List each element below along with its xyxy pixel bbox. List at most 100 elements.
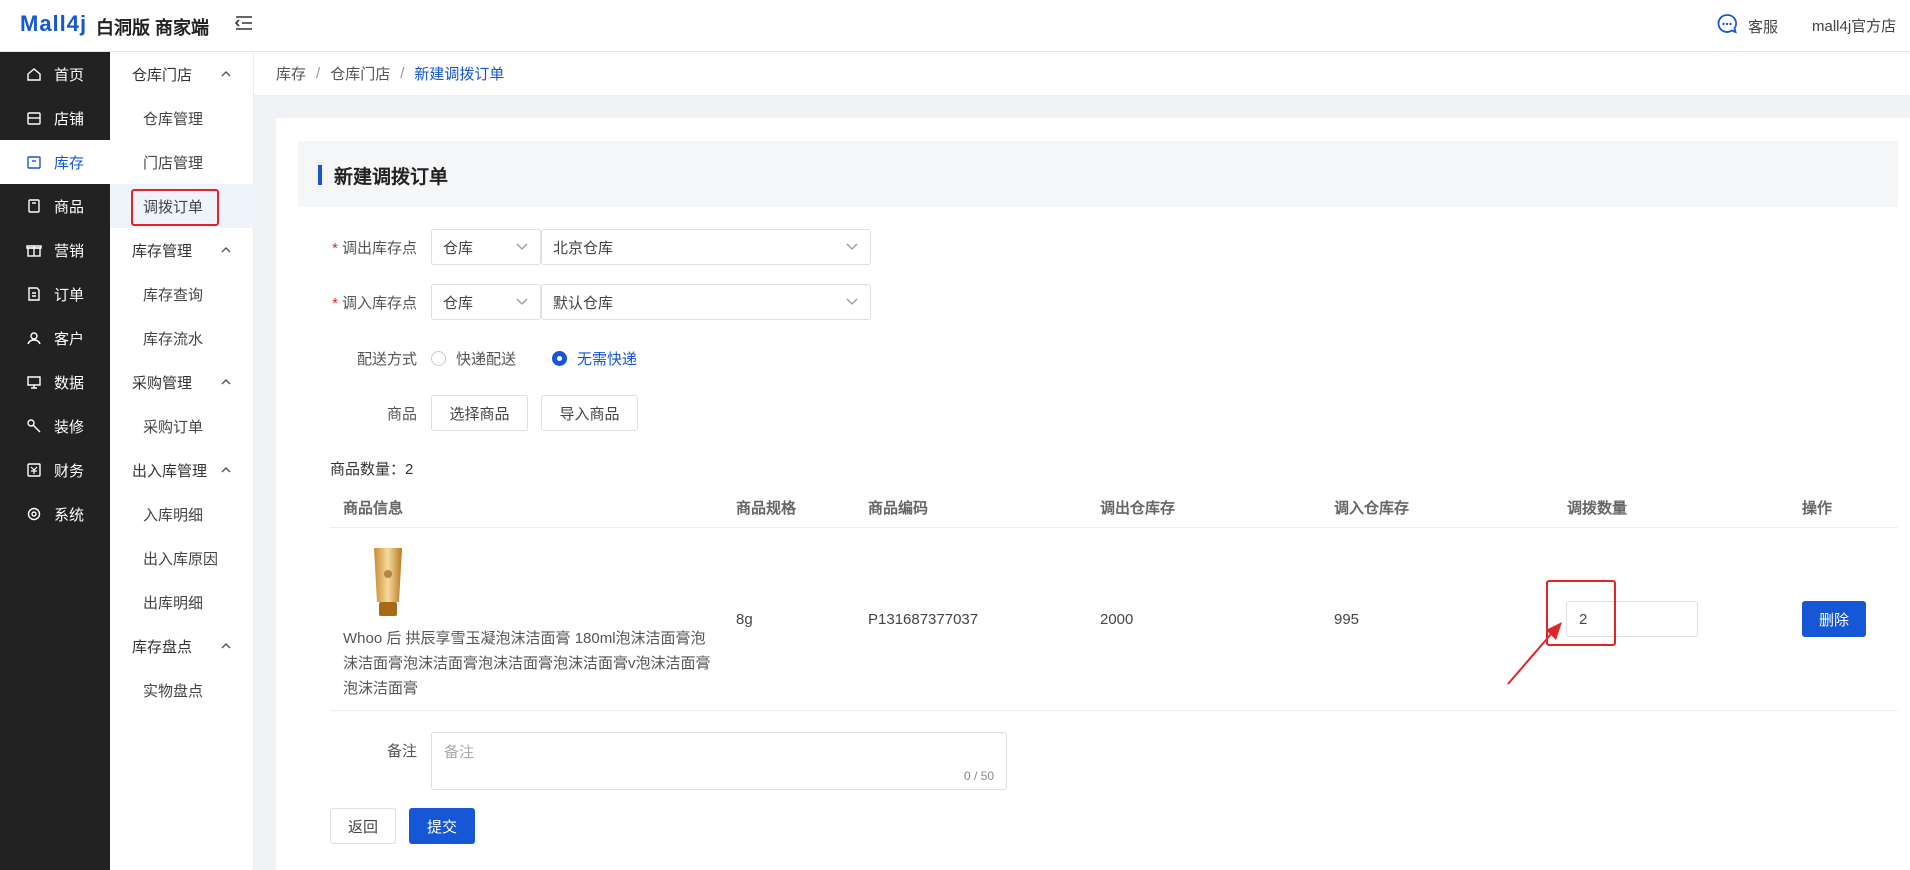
sidebar-item-shop[interactable]: 店铺 — [0, 96, 110, 140]
out-location-type-value: 仓库 — [443, 239, 474, 257]
sidebar-item-label: 库存 — [54, 154, 85, 172]
breadcrumb-item-inventory[interactable]: 库存 — [276, 63, 306, 84]
inventory-icon — [27, 156, 41, 169]
sidebar-item-label: 商品 — [54, 198, 85, 216]
annotation-highlight-menu — [131, 189, 219, 226]
sidebar-item-decorate[interactable]: 装修 — [0, 404, 110, 448]
submenu-item-label: 入库明细 — [143, 506, 204, 524]
submenu-item-outbound-detail[interactable]: 出库明细 — [110, 580, 254, 624]
submenu-item-inventory-flow[interactable]: 库存流水 — [110, 316, 254, 360]
out-location-type-select[interactable]: 仓库 — [431, 229, 541, 265]
system-icon — [27, 507, 41, 521]
sidebar-item-label: 财务 — [54, 462, 85, 480]
sidebar-item-inventory[interactable]: 库存 — [0, 140, 110, 184]
sidebar-item-label: 店铺 — [54, 110, 85, 128]
sidebar-item-finance[interactable]: 财务 — [0, 448, 110, 492]
remark-textarea[interactable]: 备注 0 / 50 — [431, 732, 1007, 790]
order-icon — [28, 287, 40, 301]
menu-fold-icon[interactable] — [234, 13, 254, 33]
in-stock-value: 995 — [1334, 611, 1360, 628]
remark-placeholder: 备注 — [444, 744, 475, 761]
delete-button[interactable]: 删除 — [1802, 601, 1866, 637]
in-location-type-value: 仓库 — [443, 294, 474, 312]
submenu-item-label: 门店管理 — [143, 154, 204, 172]
submenu-item-physical-count[interactable]: 实物盘点 — [110, 668, 254, 712]
breadcrumb: 库存 / 仓库门店 / 新建调拨订单 — [254, 52, 1910, 96]
in-location-label-text: 调入库存点 — [341, 295, 417, 312]
top-header: Mall4j 白洞版 商家端 客服 mall4j官方店 — [0, 0, 1910, 52]
submenu-group-in-out-manage[interactable]: 出入库管理 — [110, 448, 254, 492]
back-button[interactable]: 返回 — [330, 808, 396, 844]
submenu-group-stocktaking[interactable]: 库存盘点 — [110, 624, 254, 668]
customer-icon — [27, 332, 41, 345]
chevron-down-icon — [846, 298, 858, 305]
chevron-up-icon — [221, 379, 231, 385]
submenu-item-label: 实物盘点 — [143, 682, 204, 700]
remark-char-count: 0 / 50 — [963, 769, 994, 783]
sidebar-item-product[interactable]: 商品 — [0, 184, 110, 228]
decorate-icon — [27, 419, 41, 433]
sidebar-item-order[interactable]: 订单 — [0, 272, 110, 316]
submenu-item-in-out-reason[interactable]: 出入库原因 — [110, 536, 254, 580]
radio-express-delivery[interactable]: 快递配送 — [431, 348, 516, 369]
product-label: 商品 — [386, 406, 417, 423]
table-row-divider — [330, 710, 1898, 711]
in-location-value: 默认仓库 — [553, 294, 614, 312]
product-thumbnail — [374, 548, 402, 616]
in-location-select[interactable]: 默认仓库 — [541, 284, 871, 320]
chevron-up-icon — [221, 71, 231, 77]
submenu-item-label: 采购订单 — [143, 418, 204, 436]
sub-menu: 仓库门店 仓库管理 门店管理 调拨订单 库存管理 库存查询 库存流水 采购管理 … — [110, 52, 254, 870]
submenu-group-warehouse-store[interactable]: 仓库门店 — [110, 52, 254, 96]
sidebar-item-label: 营销 — [54, 242, 85, 260]
radio-label: 无需快递 — [577, 351, 638, 368]
in-location-type-select[interactable]: 仓库 — [431, 284, 541, 320]
radio-label: 快递配送 — [456, 351, 517, 368]
sidebar-item-customer[interactable]: 客户 — [0, 316, 110, 360]
sidebar-item-label: 装修 — [54, 418, 85, 436]
table-header-action: 操作 — [1802, 500, 1833, 517]
sidebar-item-label: 订单 — [54, 286, 85, 304]
sidebar-item-data[interactable]: 数据 — [0, 360, 110, 404]
out-location-label: * 调出库存点 — [297, 237, 417, 258]
submenu-item-inventory-query[interactable]: 库存查询 — [110, 272, 254, 316]
out-location-select[interactable]: 北京仓库 — [541, 229, 871, 265]
chevron-up-icon — [221, 467, 231, 473]
submenu-group-label: 采购管理 — [132, 374, 193, 392]
submenu-item-purchase-order[interactable]: 采购订单 — [110, 404, 254, 448]
chevron-down-icon — [516, 298, 528, 305]
sidebar-item-label: 客户 — [54, 330, 85, 348]
chevron-up-icon — [221, 643, 231, 649]
radio-no-express[interactable]: 无需快递 — [552, 348, 637, 369]
sidebar-item-home[interactable]: 首页 — [0, 52, 110, 96]
finance-icon — [27, 463, 41, 477]
gift-icon — [26, 245, 42, 257]
chevron-up-icon — [221, 247, 231, 253]
breadcrumb-item-warehouse-store[interactable]: 仓库门店 — [330, 63, 390, 84]
submenu-group-purchase-manage[interactable]: 采购管理 — [110, 360, 254, 404]
submenu-item-inbound-detail[interactable]: 入库明细 — [110, 492, 254, 536]
required-mark: * — [332, 240, 338, 257]
shop-name[interactable]: mall4j官方店 — [1812, 15, 1896, 36]
sidebar-item-label: 首页 — [54, 66, 85, 84]
submenu-item-warehouse-manage[interactable]: 仓库管理 — [110, 96, 254, 140]
submenu-item-store-manage[interactable]: 门店管理 — [110, 140, 254, 184]
out-stock-value: 2000 — [1100, 611, 1134, 628]
submenu-group-inventory-manage[interactable]: 库存管理 — [110, 228, 254, 272]
submit-button[interactable]: 提交 — [409, 808, 475, 844]
shop-icon — [27, 112, 41, 125]
submenu-item-label: 出入库原因 — [143, 550, 219, 568]
submenu-item-label: 库存查询 — [143, 286, 204, 304]
customer-service-link[interactable]: 客服 — [1748, 16, 1778, 37]
out-location-label-text: 调出库存点 — [341, 240, 417, 257]
import-product-button[interactable]: 导入商品 — [541, 395, 638, 431]
submenu-item-label: 仓库管理 — [143, 110, 204, 128]
logo: Mall4j — [20, 11, 88, 36]
table-header-code: 商品编码 — [868, 500, 929, 517]
select-product-button[interactable]: 选择商品 — [431, 395, 528, 431]
customer-service-icon[interactable] — [1716, 13, 1738, 35]
sidebar-item-marketing[interactable]: 营销 — [0, 228, 110, 272]
radio-circle-checked — [552, 351, 567, 366]
table-header-in-stock: 调入仓库存 — [1334, 500, 1410, 517]
sidebar-item-system[interactable]: 系统 — [0, 492, 110, 536]
